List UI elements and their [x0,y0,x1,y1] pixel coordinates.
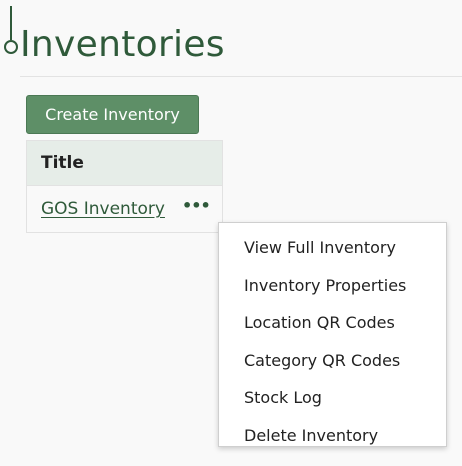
ellipsis-icon[interactable]: ••• [182,196,211,216]
timeline-line [10,6,12,40]
menu-item-delete-inventory[interactable]: Delete Inventory [219,417,446,455]
menu-item-inventory-properties[interactable]: Inventory Properties [219,267,446,305]
table-row: GOS Inventory ••• [27,186,222,232]
menu-item-location-qr-codes[interactable]: Location QR Codes [219,304,446,342]
column-header-title: Title [27,141,222,186]
create-inventory-button[interactable]: Create Inventory [26,95,199,134]
menu-item-stock-log[interactable]: Stock Log [219,379,446,417]
inventories-table: Title GOS Inventory ••• [26,140,223,233]
row-actions-menu: View Full Inventory Inventory Properties… [218,222,447,447]
menu-item-category-qr-codes[interactable]: Category QR Codes [219,342,446,380]
title-divider [20,76,462,77]
page: Inventories Create Inventory Title GOS I… [0,0,462,466]
timeline-dot-icon [4,40,18,54]
inventory-link[interactable]: GOS Inventory [41,199,165,219]
menu-item-view-full-inventory[interactable]: View Full Inventory [219,229,446,267]
page-title: Inventories [20,24,225,65]
